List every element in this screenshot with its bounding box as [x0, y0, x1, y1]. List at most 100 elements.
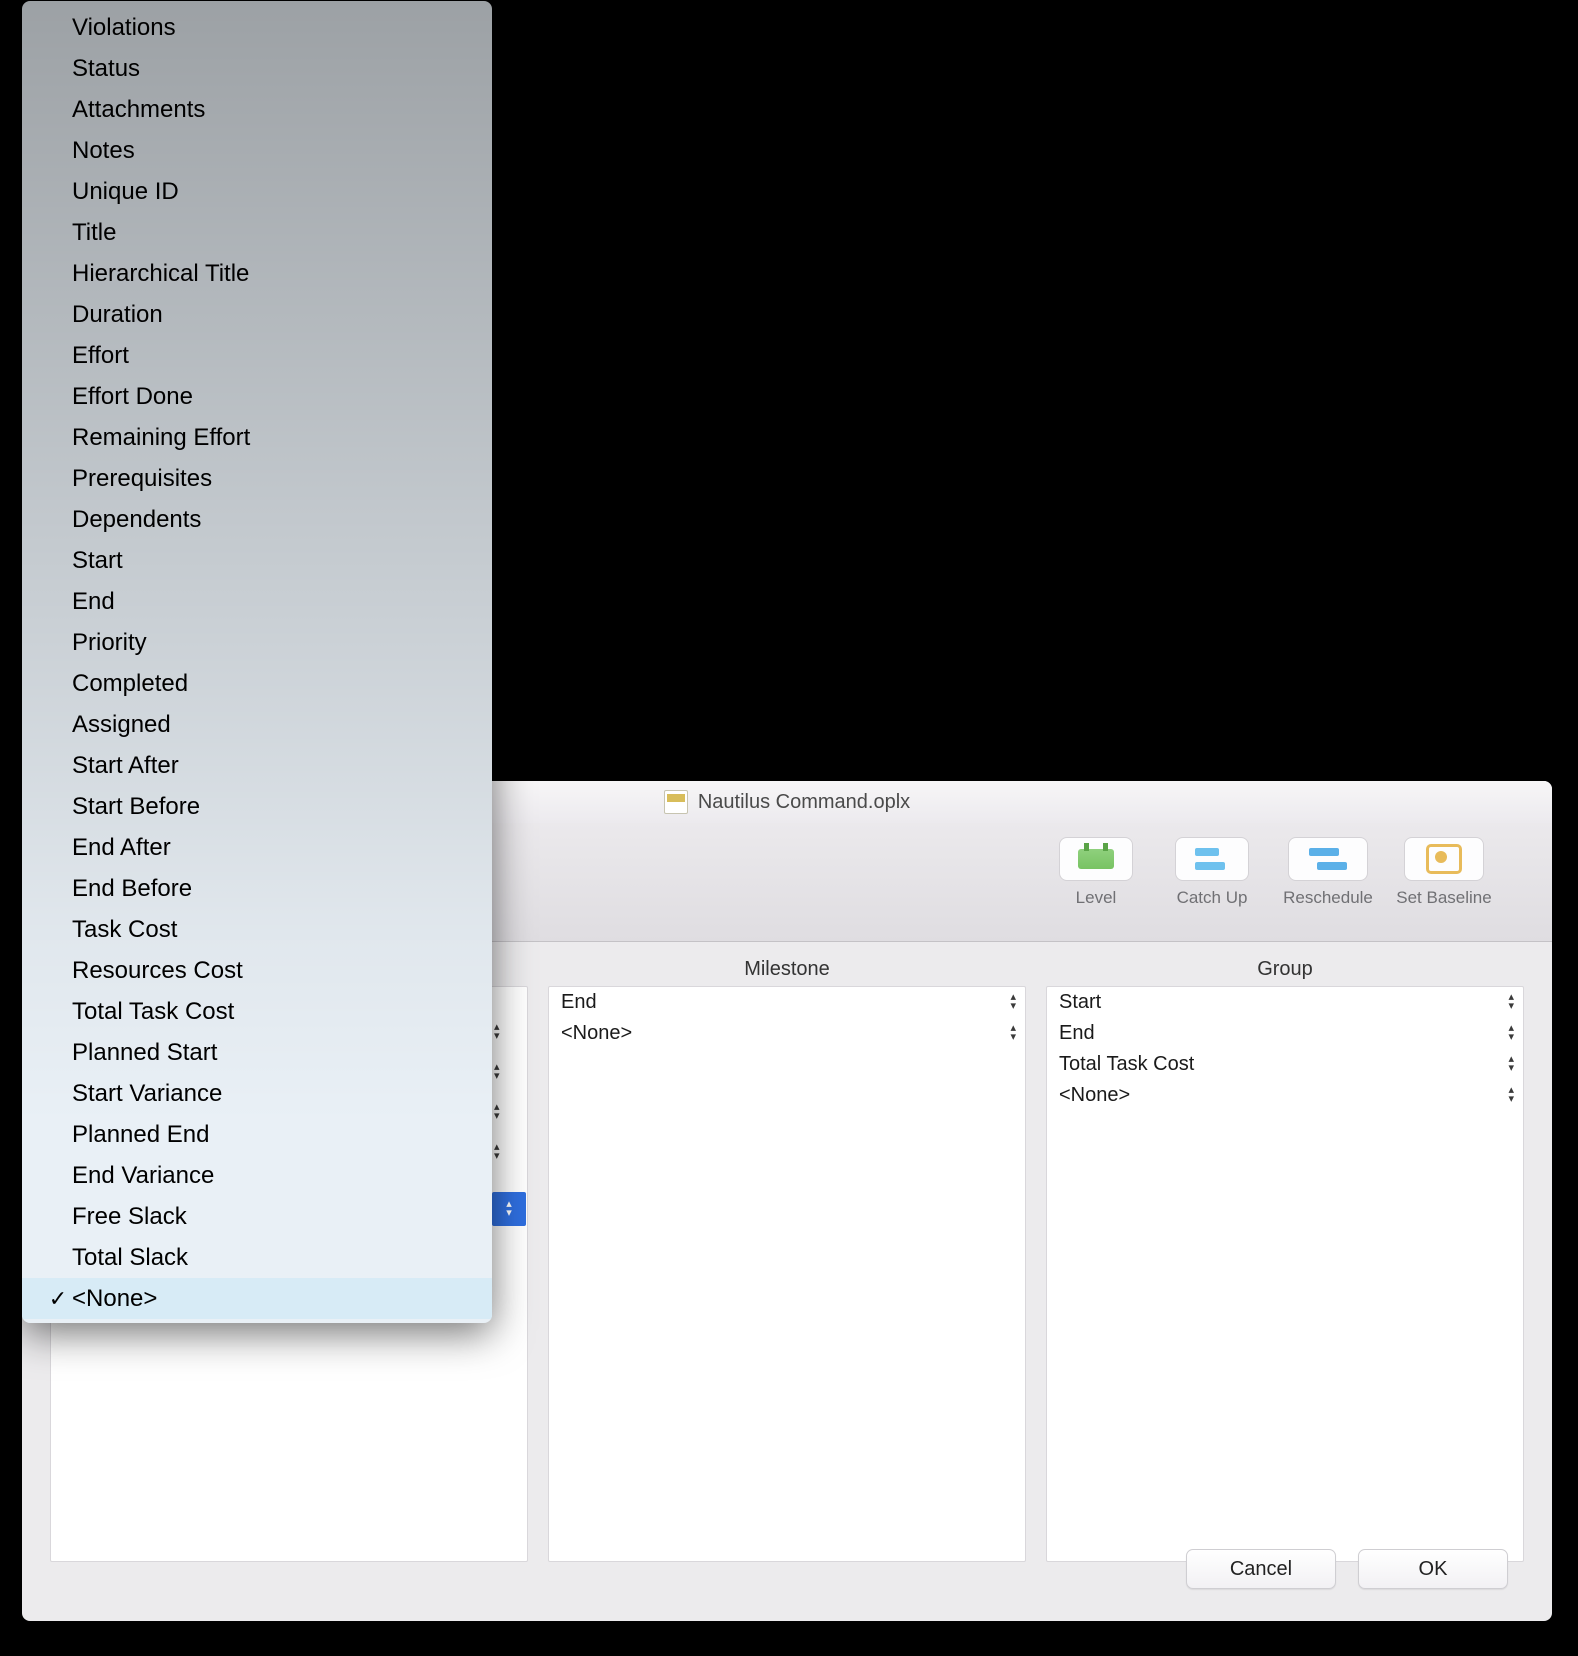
dropdown-item[interactable]: Completed: [22, 663, 492, 704]
dropdown-item[interactable]: Task Cost: [22, 909, 492, 950]
dropdown-item[interactable]: Hierarchical Title: [22, 253, 492, 294]
dropdown-item[interactable]: Start: [22, 540, 492, 581]
dropdown-item[interactable]: Prerequisites: [22, 458, 492, 499]
dropdown-item-label: End Variance: [72, 1162, 214, 1190]
list-item[interactable]: Total Task Cost ▴▾: [1047, 1049, 1523, 1080]
dropdown-item[interactable]: Resources Cost: [22, 950, 492, 991]
dropdown-item[interactable]: Priority: [22, 622, 492, 663]
dropdown-item[interactable]: Planned End: [22, 1114, 492, 1155]
level-icon: [1078, 849, 1114, 869]
dropdown-item-label: Effort: [72, 342, 129, 370]
dropdown-item[interactable]: Violations: [22, 7, 492, 48]
list-item-label: <None>: [561, 1022, 632, 1045]
list-item[interactable]: End ▴▾: [549, 987, 1025, 1018]
dropdown-item[interactable]: Unique ID: [22, 171, 492, 212]
stepper-icon[interactable]: ▴▾: [1508, 994, 1517, 1012]
list-item-label: Start: [1059, 991, 1101, 1014]
group-column-header: Group: [1046, 952, 1524, 986]
stepper-icon[interactable]: ▴▾: [494, 1024, 503, 1042]
dropdown-item-label: End: [72, 588, 115, 616]
column-field-dropdown[interactable]: Violations Status Attachments Notes Unique I…: [22, 1, 492, 1323]
dropdown-item[interactable]: Start Before: [22, 786, 492, 827]
stepper-icon[interactable]: ▴▾: [1508, 1025, 1517, 1043]
dropdown-item[interactable]: Attachments: [22, 89, 492, 130]
milestone-column-header: Milestone: [548, 952, 1026, 986]
checkmark-icon: ✓: [44, 1286, 72, 1312]
dropdown-item[interactable]: ✓<None>: [22, 1278, 492, 1319]
dropdown-item-label: Dependents: [72, 506, 201, 534]
dropdown-item[interactable]: Total Task Cost: [22, 991, 492, 1032]
task-column-peek: ▴▾ ▴▾ ▴▾ ▴▾: [494, 1024, 503, 1162]
dropdown-item[interactable]: Effort Done: [22, 376, 492, 417]
dropdown-item-label: <None>: [72, 1285, 157, 1313]
dropdown-item[interactable]: End: [22, 581, 492, 622]
dropdown-item[interactable]: End After: [22, 827, 492, 868]
dropdown-item-label: Total Task Cost: [72, 998, 234, 1026]
catch-up-button[interactable]: Catch Up: [1164, 837, 1260, 908]
reschedule-button[interactable]: Reschedule: [1280, 837, 1376, 908]
stepper-icon[interactable]: ▴▾: [494, 1064, 503, 1082]
dropdown-item[interactable]: Notes: [22, 130, 492, 171]
dropdown-item[interactable]: End Variance: [22, 1155, 492, 1196]
dropdown-item[interactable]: Free Slack: [22, 1196, 492, 1237]
catch-up-icon: [1195, 848, 1229, 870]
dropdown-item-label: Violations: [72, 14, 176, 42]
reschedule-icon: [1309, 848, 1347, 870]
document-icon: [664, 790, 688, 814]
ok-button[interactable]: OK: [1358, 1549, 1508, 1589]
dropdown-item-label: Start Variance: [72, 1080, 222, 1108]
dropdown-item-label: Attachments: [72, 96, 205, 124]
dropdown-item-label: Planned Start: [72, 1039, 217, 1067]
dropdown-item[interactable]: Remaining Effort: [22, 417, 492, 458]
dropdown-item-label: Start Before: [72, 793, 200, 821]
milestone-column-listbox[interactable]: End ▴▾ <None> ▴▾: [548, 986, 1026, 1562]
milestone-column: Milestone End ▴▾ <None> ▴▾: [548, 952, 1026, 1562]
selected-row-stepper[interactable]: ▴▾: [492, 1192, 526, 1226]
dropdown-item-label: Prerequisites: [72, 465, 212, 493]
reschedule-label: Reschedule: [1283, 888, 1373, 908]
dropdown-item[interactable]: Dependents: [22, 499, 492, 540]
dropdown-item[interactable]: Duration: [22, 294, 492, 335]
dropdown-item[interactable]: Assigned: [22, 704, 492, 745]
dropdown-item-label: Priority: [72, 629, 147, 657]
dropdown-item-label: Assigned: [72, 711, 171, 739]
cancel-button[interactable]: Cancel: [1186, 1549, 1336, 1589]
dropdown-item-label: Completed: [72, 670, 188, 698]
stepper-icon[interactable]: ▴▾: [494, 1104, 503, 1122]
dropdown-item-label: Total Slack: [72, 1244, 188, 1272]
list-item[interactable]: Start ▴▾: [1047, 987, 1523, 1018]
list-item-label: Total Task Cost: [1059, 1053, 1194, 1076]
dropdown-item-label: Status: [72, 55, 140, 83]
dialog-button-row: Cancel OK: [1186, 1549, 1508, 1589]
group-column-listbox[interactable]: Start ▴▾ End ▴▾ Total Task Cost ▴▾ <None…: [1046, 986, 1524, 1562]
dropdown-item-label: End Before: [72, 875, 192, 903]
dropdown-item[interactable]: Planned Start: [22, 1032, 492, 1073]
list-item[interactable]: <None> ▴▾: [1047, 1080, 1523, 1111]
dropdown-item[interactable]: Start Variance: [22, 1073, 492, 1114]
dropdown-item[interactable]: End Before: [22, 868, 492, 909]
list-item[interactable]: <None> ▴▾: [549, 1018, 1025, 1049]
level-button[interactable]: Level: [1048, 837, 1144, 908]
stepper-icon[interactable]: ▴▾: [1508, 1087, 1517, 1105]
dropdown-item-label: Effort Done: [72, 383, 193, 411]
list-item-label: End: [561, 991, 597, 1014]
dropdown-item[interactable]: Status: [22, 48, 492, 89]
dropdown-item[interactable]: Effort: [22, 335, 492, 376]
stepper-icon[interactable]: ▴▾: [494, 1144, 503, 1162]
dropdown-item-label: End After: [72, 834, 171, 862]
stepper-icon[interactable]: ▴▾: [1010, 1025, 1019, 1043]
dropdown-item-label: Unique ID: [72, 178, 179, 206]
toolbar-button-group: Level Catch Up Reschedule Set Baseline: [1048, 837, 1492, 908]
dropdown-item-label: Task Cost: [72, 916, 177, 944]
dropdown-item-label: Start After: [72, 752, 179, 780]
stepper-icon[interactable]: ▴▾: [1010, 994, 1019, 1012]
list-item[interactable]: End ▴▾: [1047, 1018, 1523, 1049]
dropdown-item[interactable]: Total Slack: [22, 1237, 492, 1278]
dropdown-item-label: Notes: [72, 137, 135, 165]
dropdown-item[interactable]: Start After: [22, 745, 492, 786]
dropdown-item[interactable]: Title: [22, 212, 492, 253]
window-title: Nautilus Command.oplx: [698, 791, 910, 814]
cancel-label: Cancel: [1230, 1558, 1292, 1581]
set-baseline-button[interactable]: Set Baseline: [1396, 837, 1492, 908]
stepper-icon[interactable]: ▴▾: [1508, 1056, 1517, 1074]
